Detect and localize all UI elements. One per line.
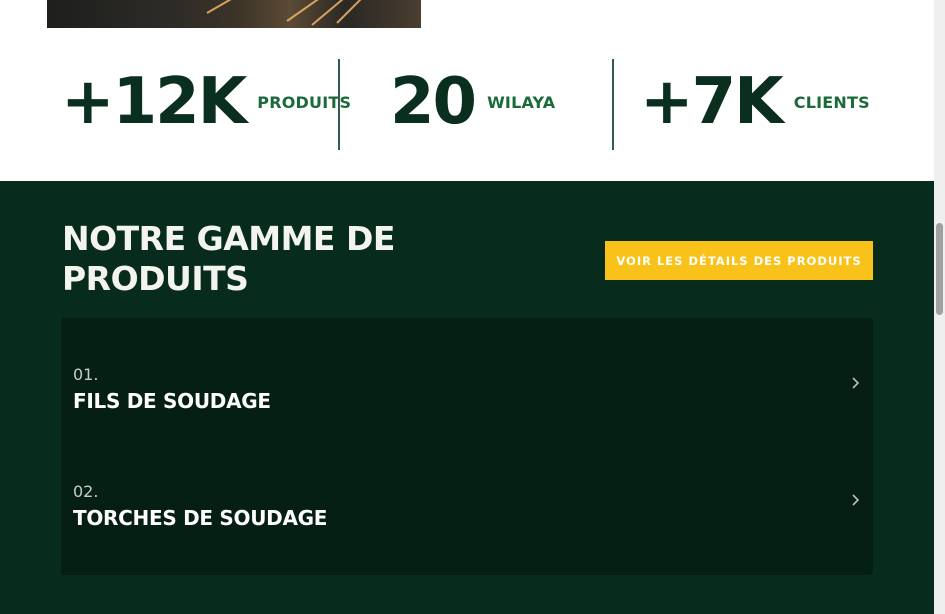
stat-products: +12K PRODUITS [61,70,351,134]
stat-clients-value: +7K [640,65,784,139]
welding-photo [47,0,421,28]
product-item-index: 01. [73,365,99,384]
product-item-name: FILS DE SOUDAGE [73,389,271,413]
stats-divider [338,59,340,150]
product-item-name: TORCHES DE SOUDAGE [73,506,328,530]
section-title-line1: NOTRE GAMME DE [62,219,395,258]
stats-divider [612,59,614,150]
stat-wilaya: 20 WILAYA [390,70,555,134]
section-title: NOTRE GAMME DE PRODUITS [62,219,482,299]
stat-wilaya-label: WILAYA [487,92,556,112]
stats-section: +12K PRODUITS 20 WILAYA +7K CLIENTS [0,28,934,181]
stat-clients-label: CLIENTS [793,92,870,112]
chevron-right-icon[interactable] [851,376,860,390]
product-range-section: NOTRE GAMME DE PRODUITS VOIR LES DÉTAILS… [0,181,934,614]
stat-products-value: +12K [61,65,247,139]
product-list: 01. FILS DE SOUDAGE 02. TORCHES DE SOUDA… [61,318,873,575]
stat-clients: +7K CLIENTS [640,70,870,134]
product-item-index: 02. [73,482,99,501]
product-item-fils-de-soudage[interactable]: 01. FILS DE SOUDAGE [61,365,873,465]
section-title-line2: PRODUITS [62,259,249,298]
scrollbar-thumb[interactable] [936,223,943,315]
page-scrollbar[interactable] [934,0,945,614]
view-product-details-button[interactable]: VOIR LES DÉTAILS DES PRODUITS [605,241,873,280]
product-item-torches-de-soudage[interactable]: 02. TORCHES DE SOUDAGE [61,482,873,582]
stat-wilaya-value: 20 [390,65,477,139]
chevron-right-icon[interactable] [851,493,860,507]
